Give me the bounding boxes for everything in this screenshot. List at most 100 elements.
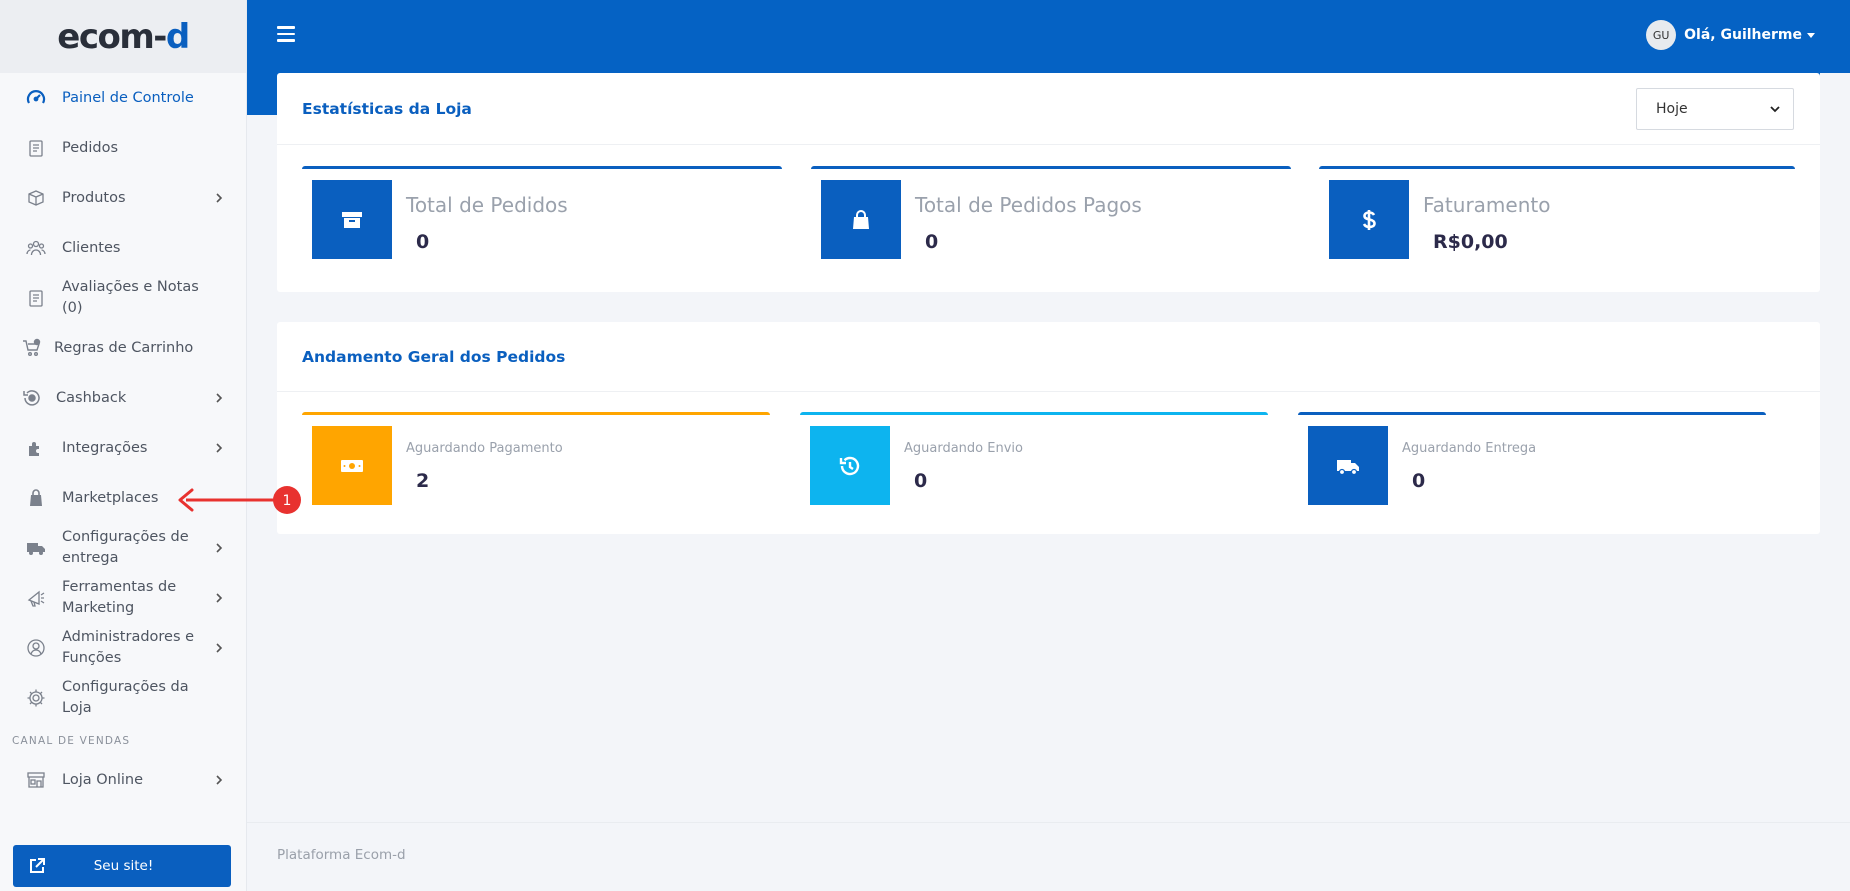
store-icon — [26, 770, 46, 790]
orders-progress-header: Andamento Geral dos Pedidos — [277, 322, 1820, 392]
stat-title: Total de Pedidos Pagos — [915, 193, 1142, 217]
stat-aguardando-entrega: Aguardando Entrega 0 — [1298, 412, 1766, 505]
sidebar-item-label: Painel de Controle — [62, 89, 194, 106]
sidebar-item-administradores[interactable]: Administradores e Funções — [0, 623, 246, 673]
sidebar-item-produtos[interactable]: Produtos — [0, 173, 246, 223]
section-label-canal-vendas: CANAL DE VENDAS — [12, 735, 131, 747]
sidebar-item-painel[interactable]: Painel de Controle — [0, 73, 246, 123]
stat-value: 0 — [914, 470, 928, 492]
users-icon — [26, 238, 46, 258]
stat-value: 0 — [416, 231, 430, 253]
external-link-icon — [30, 858, 45, 873]
money-icon — [312, 426, 392, 505]
dollar-icon — [1329, 180, 1409, 259]
chevron-right-icon — [216, 643, 223, 653]
footer-text: Plataforma Ecom-d — [277, 847, 406, 863]
chevron-right-icon — [216, 543, 223, 553]
sidebar-item-label: Pedidos — [62, 139, 119, 156]
logo-text: ecom- — [57, 16, 167, 57]
stat-aguardando-envio: Aguardando Envio 0 — [800, 412, 1268, 505]
caret-down-icon — [1807, 32, 1815, 38]
truck-icon — [26, 538, 46, 558]
stat-total-pedidos-pagos: Total de Pedidos Pagos 0 — [811, 166, 1291, 259]
sidebar-item-loja-online[interactable]: Loja Online — [0, 755, 246, 805]
sidebar-nav: Painel de Controle Pedidos Produtos Clie… — [0, 73, 246, 723]
stat-value: 0 — [925, 231, 939, 253]
stat-title: Aguardando Envio — [904, 441, 1023, 456]
store-stats-title: Estatísticas da Loja — [302, 99, 472, 118]
hamburger-menu-icon[interactable] — [277, 26, 295, 44]
chevron-right-icon — [216, 775, 223, 785]
sidebar-item-integracoes[interactable]: Integrações — [0, 423, 246, 473]
sidebar-item-regras-carrinho[interactable]: Regras de Carrinho — [0, 323, 246, 373]
sidebar-item-label: Administradores e Funções — [62, 629, 195, 666]
sidebar-item-label: Regras de Carrinho — [54, 339, 194, 356]
stat-value: 2 — [416, 470, 430, 492]
chevron-right-icon — [216, 393, 223, 403]
stat-title: Aguardando Entrega — [1402, 441, 1537, 456]
site-button[interactable]: Seu site! — [13, 845, 231, 887]
sidebar-item-avaliacoes[interactable]: Avaliações e Notas (0) — [0, 273, 246, 323]
sales-channel-nav: Loja Online — [0, 755, 246, 805]
logo-area: ecom-d — [0, 0, 246, 73]
gear-icon — [26, 688, 46, 708]
logo-accent: d — [165, 16, 190, 57]
sidebar: ecom-d Painel de Controle Pedidos Produt… — [0, 0, 247, 891]
sidebar-item-cashback[interactable]: Cashback — [0, 373, 246, 423]
stat-value: 0 — [1412, 470, 1426, 492]
history-icon — [810, 426, 890, 505]
sidebar-item-config-loja[interactable]: Configurações da Loja — [0, 673, 246, 723]
orders-progress-title: Andamento Geral dos Pedidos — [302, 347, 566, 366]
sidebar-item-label: Ferramentas de Marketing — [62, 579, 177, 616]
stat-title: Faturamento — [1423, 193, 1551, 217]
orders-icon — [26, 138, 46, 158]
avatar: GU — [1646, 20, 1677, 50]
sidebar-item-label: Produtos — [62, 189, 126, 206]
sidebar-item-label: Integrações — [62, 439, 148, 456]
stat-title: Aguardando Pagamento — [406, 441, 563, 456]
truck-icon — [1308, 426, 1388, 505]
cart-rules-icon — [22, 338, 42, 358]
megaphone-icon — [26, 588, 46, 608]
reviews-icon — [26, 288, 46, 308]
admin-icon — [26, 638, 46, 658]
sidebar-item-pedidos[interactable]: Pedidos — [0, 123, 246, 173]
stat-aguardando-pagamento: Aguardando Pagamento 2 — [302, 412, 770, 505]
user-menu[interactable]: GU Olá, Guilherme — [1646, 20, 1815, 50]
sidebar-item-label: Avaliações e Notas (0) — [62, 279, 199, 316]
chevron-right-icon — [216, 193, 223, 203]
stat-title: Total de Pedidos — [406, 193, 568, 217]
products-icon — [26, 188, 46, 208]
period-select[interactable]: Hoje — [1636, 88, 1794, 130]
footer: Plataforma Ecom-d — [247, 822, 1850, 891]
puzzle-icon — [26, 438, 46, 458]
bag-icon — [821, 180, 901, 259]
stat-faturamento: Faturamento R$0,00 — [1319, 166, 1795, 259]
period-select-value: Hoje — [1656, 101, 1688, 117]
sidebar-item-label: Cashback — [56, 389, 127, 406]
sidebar-item-label: Marketplaces — [62, 489, 159, 506]
store-stats-card: Estatísticas da Loja Hoje Total de Pedid… — [277, 73, 1820, 292]
bag-icon — [26, 488, 46, 508]
store-stats-header: Estatísticas da Loja Hoje — [277, 73, 1820, 145]
speedometer-icon — [26, 88, 46, 108]
user-greeting: Olá, Guilherme — [1684, 27, 1802, 43]
orders-progress-card: Andamento Geral dos Pedidos Aguardando P… — [277, 322, 1820, 534]
annotation-number: 1 — [283, 493, 292, 509]
logo[interactable]: ecom-d — [57, 16, 190, 57]
sidebar-item-ferramentas-marketing[interactable]: Ferramentas de Marketing — [0, 573, 246, 623]
annotation-arrow: 1 — [178, 486, 301, 514]
archive-icon — [312, 180, 392, 259]
sidebar-item-label: Configurações de entrega — [62, 529, 189, 566]
sidebar-item-config-entrega[interactable]: Configurações de entrega — [0, 523, 246, 573]
sidebar-item-label: Configurações da Loja — [62, 679, 189, 716]
sidebar-item-label: Loja Online — [62, 771, 143, 788]
sidebar-item-clientes[interactable]: Clientes — [0, 223, 246, 273]
chevron-down-icon — [1770, 106, 1780, 113]
sidebar-item-label: Clientes — [62, 239, 121, 256]
cashback-icon — [22, 388, 42, 408]
chevron-right-icon — [216, 443, 223, 453]
chevron-right-icon — [216, 593, 223, 603]
topbar: GU Olá, Guilherme — [247, 0, 1850, 73]
stat-value: R$0,00 — [1433, 231, 1508, 253]
